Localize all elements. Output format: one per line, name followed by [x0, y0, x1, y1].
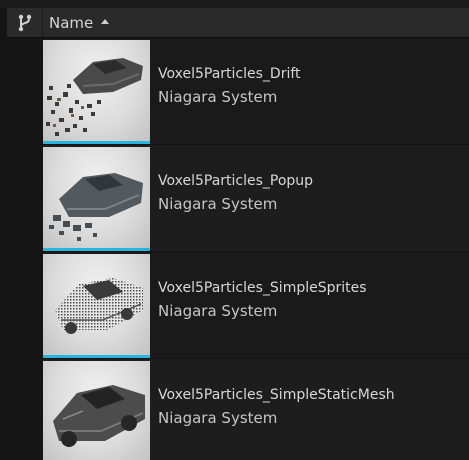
car-drift-thumbnail[interactable]	[43, 40, 150, 141]
car-popup-thumbnail[interactable]	[43, 147, 150, 248]
thumbnail-accent-bar	[43, 355, 150, 358]
thumbnail-accent-bar	[43, 248, 150, 251]
car-sprites-thumbnail[interactable]	[43, 254, 150, 355]
top-strip	[0, 0, 469, 8]
asset-type: Niagara System	[158, 195, 278, 213]
thumbnail-accent-bar	[43, 141, 150, 144]
asset-row[interactable]: Voxel5Particles_Popup Niagara System	[7, 145, 469, 252]
asset-type: Niagara System	[158, 88, 278, 106]
row-gutter	[7, 145, 43, 251]
column-options-button[interactable]	[7, 8, 43, 37]
car-staticmesh-thumbnail[interactable]	[43, 361, 150, 460]
row-gutter	[7, 38, 43, 144]
content-browser-list: Name Voxel5Particles_Drift Niagara Syste…	[0, 0, 469, 460]
branch-icon	[17, 14, 33, 32]
sort-ascending-icon	[101, 19, 110, 24]
name-column-label: Name	[49, 13, 94, 32]
asset-name: Voxel5Particles_SimpleStaticMesh	[158, 387, 395, 403]
asset-list: Voxel5Particles_Drift Niagara System Vox…	[7, 38, 469, 460]
asset-row[interactable]: Voxel5Particles_SimpleStaticMesh Niagara…	[7, 359, 469, 460]
asset-name: Voxel5Particles_Popup	[158, 173, 314, 189]
asset-row[interactable]: Voxel5Particles_Drift Niagara System	[7, 38, 469, 145]
list-header: Name	[7, 8, 469, 38]
asset-name: Voxel5Particles_SimpleSprites	[158, 280, 367, 296]
asset-name: Voxel5Particles_Drift	[158, 66, 301, 82]
asset-type: Niagara System	[158, 409, 278, 427]
asset-type: Niagara System	[158, 302, 278, 320]
asset-row[interactable]: Voxel5Particles_SimpleSprites Niagara Sy…	[7, 252, 469, 359]
row-gutter	[7, 252, 43, 358]
name-column-header[interactable]: Name	[49, 8, 110, 37]
row-gutter	[7, 359, 43, 460]
